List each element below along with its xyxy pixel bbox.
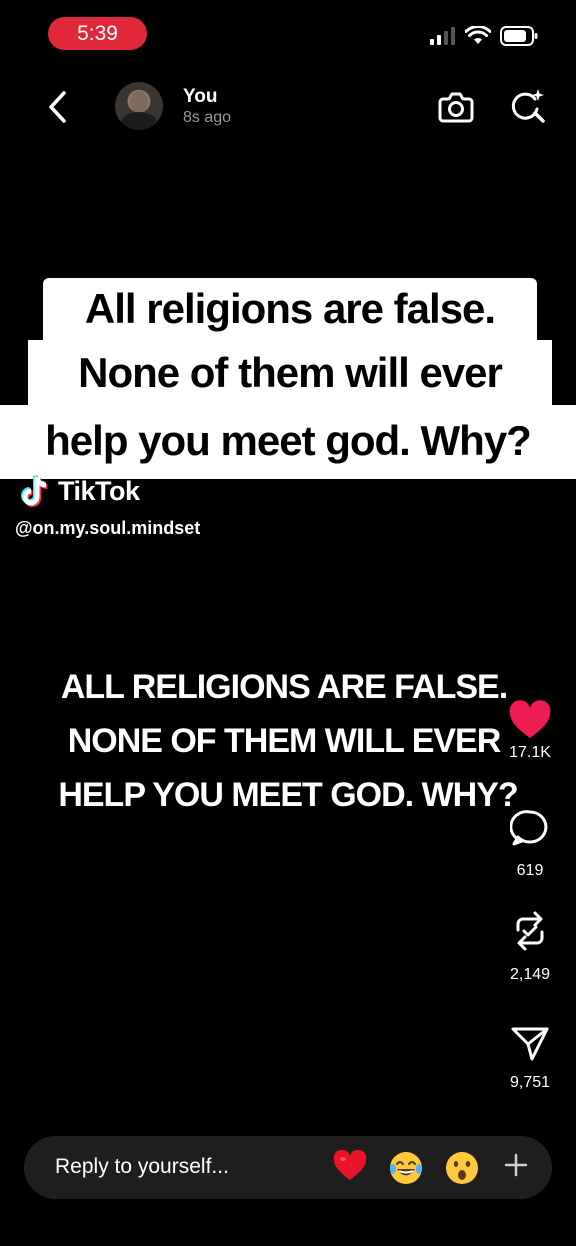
repost-button[interactable]: 2,149 bbox=[500, 910, 560, 984]
reply-input[interactable]: Reply to yourself... bbox=[55, 1155, 229, 1179]
quick-react-wow[interactable] bbox=[444, 1150, 480, 1186]
caption-line-3: help you meet god. Why? bbox=[0, 405, 576, 479]
battery-icon bbox=[500, 26, 538, 46]
surprised-emoji-icon bbox=[446, 1152, 478, 1184]
back-button[interactable] bbox=[42, 88, 72, 126]
status-icons bbox=[430, 26, 538, 46]
comment-icon bbox=[510, 810, 548, 846]
comment-button[interactable]: 619 bbox=[500, 808, 560, 880]
video-text-line-3: HELP YOU MEET GOD. WHY? bbox=[58, 776, 518, 814]
share-icon bbox=[511, 1027, 549, 1061]
status-time: 5:39 bbox=[48, 17, 147, 50]
camera-icon bbox=[438, 92, 474, 123]
signal-icon bbox=[430, 27, 455, 45]
like-count: 17.1K bbox=[509, 744, 551, 761]
post-time: 8s ago bbox=[183, 109, 232, 126]
user-name[interactable]: You bbox=[183, 86, 217, 108]
more-reactions-button[interactable] bbox=[498, 1150, 534, 1186]
caption-line-2: None of them will ever bbox=[28, 340, 552, 406]
quick-react-heart[interactable] bbox=[332, 1149, 368, 1186]
share-button[interactable]: 9,751 bbox=[500, 1024, 560, 1092]
back-icon bbox=[49, 91, 66, 123]
repost-icon bbox=[516, 911, 544, 951]
video-text-line-2: NONE OF THEM WILL EVER bbox=[67, 722, 502, 760]
tiktok-logo-icon bbox=[21, 475, 48, 507]
laughing-emoji-icon bbox=[390, 1152, 422, 1184]
video-text-line-1: ALL RELIGIONS ARE FALSE. bbox=[60, 668, 508, 706]
red-heart-icon bbox=[333, 1149, 367, 1180]
plus-icon bbox=[504, 1153, 528, 1177]
caption-line-1: All religions are false. bbox=[43, 278, 537, 340]
heart-icon bbox=[509, 700, 551, 738]
quick-react-laugh[interactable] bbox=[388, 1150, 424, 1186]
like-button[interactable]: 17.1K bbox=[500, 700, 560, 762]
sparkle-search-icon bbox=[511, 89, 545, 123]
repost-count: 2,149 bbox=[509, 966, 551, 983]
tiktok-handle: @on.my.soul.mindset bbox=[15, 518, 201, 538]
tiktok-wordmark: TikTok bbox=[58, 475, 140, 506]
wifi-icon bbox=[465, 26, 491, 44]
tiktok-watermark: TikTok bbox=[20, 474, 140, 508]
sparkle-search-button[interactable] bbox=[509, 87, 547, 125]
comment-count: 619 bbox=[516, 862, 544, 879]
avatar[interactable] bbox=[115, 82, 163, 130]
share-count: 9,751 bbox=[509, 1074, 551, 1091]
camera-button[interactable] bbox=[437, 88, 475, 126]
reply-bar: Reply to yourself... bbox=[24, 1136, 552, 1199]
